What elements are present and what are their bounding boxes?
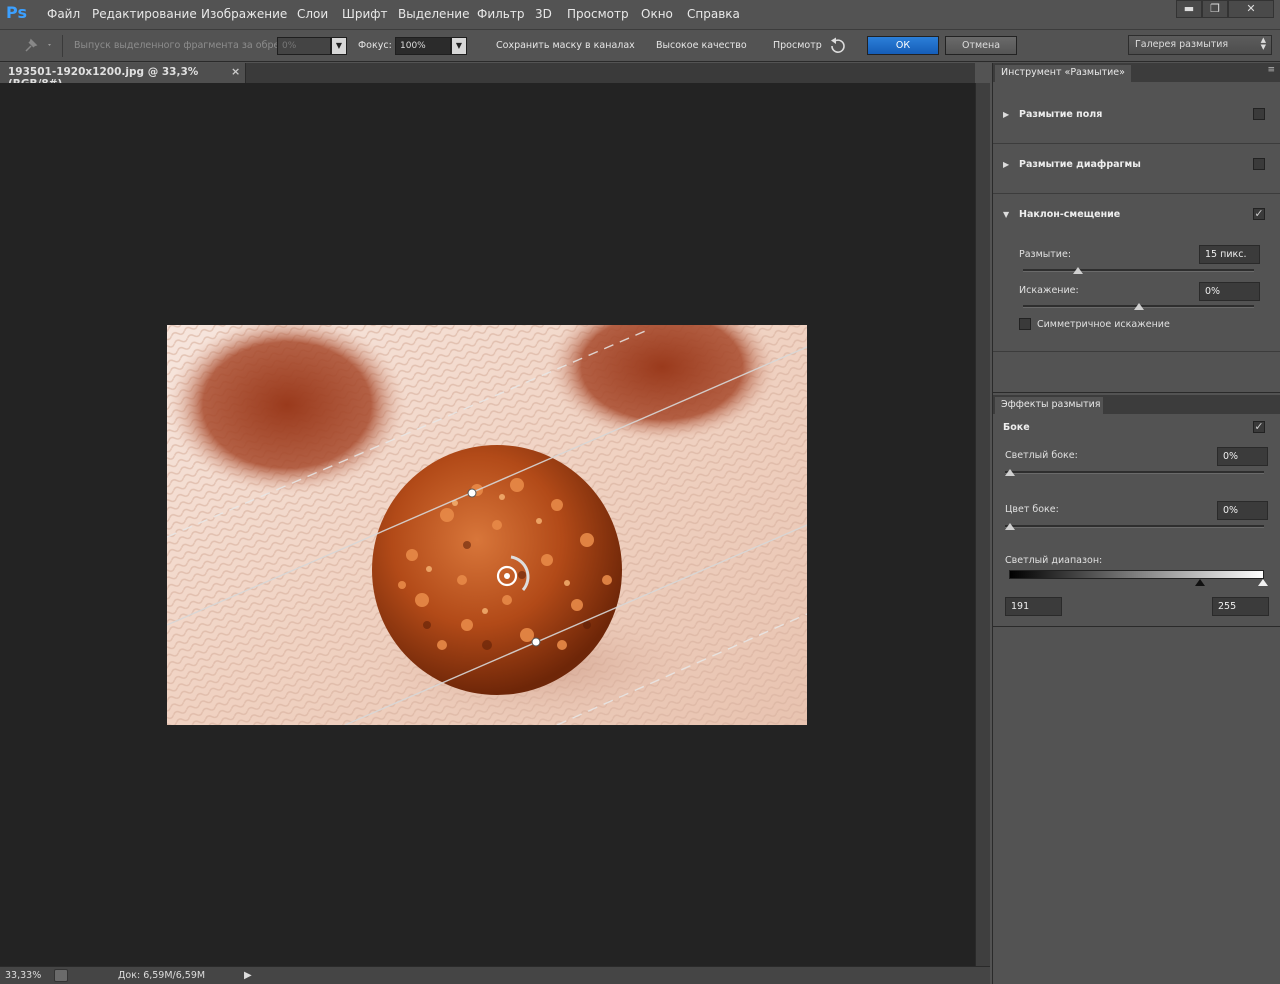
blur-tools-header: Инструмент «Размытие» ≡ — [993, 63, 1280, 82]
output-label: Выпуск выделенного фрагмента за обрез: — [74, 40, 288, 51]
cancel-button[interactable]: Отмена — [945, 36, 1017, 55]
tilt-shift-section: ▼ Наклон-смещение ✓ Размытие: 15 пикс. И… — [993, 194, 1280, 352]
menu-select[interactable]: Выделение — [398, 7, 469, 21]
right-panel: Инструмент «Размытие» ≡ ▶ Размытие поля … — [992, 63, 1280, 984]
save-mask-label: Сохранить маску в каналах — [496, 40, 635, 51]
blur-amount-slider-thumb[interactable] — [1073, 267, 1084, 274]
panel-separator — [993, 626, 1280, 627]
distortion-label: Искажение: — [1019, 285, 1079, 296]
menu-help[interactable]: Справка — [687, 7, 740, 21]
light-bokeh-label: Светлый боке: — [1005, 450, 1078, 461]
expand-arrow-icon[interactable]: ▶ — [1003, 160, 1009, 169]
document-tab[interactable]: 193501-1920x1200.jpg @ 33,3% (RGB/8#) × — [0, 63, 246, 90]
tab-blur-tools[interactable]: Инструмент «Размытие» — [995, 65, 1131, 82]
blur-effects-header: Эффекты размытия — [993, 395, 1280, 414]
bokeh-color-label: Цвет боке: — [1005, 504, 1059, 515]
distortion-slider-thumb[interactable] — [1133, 303, 1144, 310]
ok-button[interactable]: ОК — [867, 36, 939, 55]
field-blur-checkbox[interactable] — [1253, 108, 1265, 120]
light-bokeh-slider[interactable] — [1005, 471, 1264, 474]
focus-label: Фокус: — [358, 40, 392, 51]
workspace-select[interactable]: Галерея размытия ▲ ▼ — [1128, 35, 1272, 55]
menu-window[interactable]: Окно — [641, 7, 673, 21]
expand-arrow-icon[interactable]: ▶ — [1003, 110, 1009, 119]
menu-type[interactable]: Шрифт — [342, 7, 388, 21]
bokeh-color-slider[interactable] — [1005, 525, 1264, 528]
focus-field[interactable]: 100% — [395, 37, 451, 55]
light-bokeh-slider-thumb[interactable] — [1005, 469, 1015, 476]
light-range-label: Светлый диапазон: — [1005, 555, 1103, 566]
close-window-button[interactable]: ✕ — [1228, 0, 1274, 18]
updown-arrows-icon: ▲ ▼ — [1260, 36, 1266, 51]
field-blur-title: Размытие поля — [1019, 109, 1103, 120]
bokeh-color-field[interactable]: 0% — [1217, 501, 1268, 520]
symmetric-distortion-label: Симметричное искажение — [1037, 319, 1170, 330]
photoshop-logo: Ps — [6, 3, 27, 22]
menu-file[interactable]: Файл — [47, 7, 80, 21]
bokeh-title: Боке — [1003, 422, 1030, 433]
workspace-select-label: Галерея размытия — [1135, 39, 1229, 50]
status-bar: 33,33% Док: 6,59M/6,59M ▶ — [0, 966, 990, 984]
iris-blur-title: Размытие диафрагмы — [1019, 159, 1141, 170]
document-tab-bar: 193501-1920x1200.jpg @ 33,3% (RGB/8#) × — [0, 63, 975, 90]
field-blur-section[interactable]: ▶ Размытие поля — [993, 94, 1280, 144]
menu-view[interactable]: Просмотр — [567, 7, 629, 21]
zoom-level[interactable]: 33,33% — [5, 970, 41, 981]
light-range-gradient[interactable] — [1009, 570, 1264, 579]
symmetric-distortion-checkbox[interactable] — [1019, 318, 1031, 330]
light-range-high-thumb[interactable] — [1258, 579, 1268, 586]
menu-image[interactable]: Изображение — [201, 7, 287, 21]
close-icon[interactable]: × — [231, 65, 240, 78]
separator — [62, 35, 63, 57]
status-icon[interactable] — [54, 969, 68, 982]
document-image[interactable] — [167, 325, 807, 725]
status-menu-arrow-icon[interactable]: ▶ — [244, 970, 252, 981]
focus-dropdown-icon[interactable]: ▼ — [451, 37, 467, 55]
preview-label: Просмотр — [773, 40, 822, 51]
iris-blur-checkbox[interactable] — [1253, 158, 1265, 170]
tab-blur-effects[interactable]: Эффекты размытия — [995, 397, 1103, 414]
menu-bar: Ps Файл Редактирование Изображение Слои … — [0, 0, 1280, 30]
tilt-shift-title: Наклон-смещение — [1019, 209, 1121, 220]
menu-filter[interactable]: Фильтр — [477, 7, 524, 21]
high-quality-label: Высокое качество — [656, 40, 747, 51]
menu-layers[interactable]: Слои — [297, 7, 328, 21]
tilt-shift-checkbox[interactable]: ✓ — [1253, 208, 1265, 220]
output-field[interactable]: 0% — [277, 37, 331, 55]
bokeh-checkbox[interactable]: ✓ — [1253, 421, 1265, 433]
menu-edit[interactable]: Редактирование — [92, 7, 197, 21]
light-range-high-field[interactable]: 255 — [1212, 597, 1269, 616]
output-dropdown-icon[interactable]: ▼ — [331, 37, 347, 55]
photo-illustration — [167, 325, 807, 725]
panel-menu-icon[interactable]: ≡ — [1267, 65, 1275, 75]
pin-tool-icon[interactable] — [20, 36, 54, 56]
vertical-scrollbar[interactable] — [975, 83, 990, 966]
iris-blur-section[interactable]: ▶ Размытие диафрагмы — [993, 144, 1280, 194]
collapse-arrow-icon[interactable]: ▼ — [1003, 210, 1009, 219]
light-range-low-field[interactable]: 191 — [1005, 597, 1062, 616]
light-range-low-thumb[interactable] — [1195, 579, 1205, 586]
panel-separator — [993, 392, 1280, 393]
document-info: Док: 6,59M/6,59M — [118, 970, 206, 981]
minimize-button[interactable]: ▬ — [1176, 0, 1202, 18]
light-bokeh-field[interactable]: 0% — [1217, 447, 1268, 466]
options-bar: Выпуск выделенного фрагмента за обрез: 0… — [0, 30, 1280, 81]
distortion-field[interactable]: 0% — [1199, 282, 1260, 301]
reset-icon[interactable] — [828, 37, 848, 55]
restore-button[interactable]: ❐ — [1202, 0, 1228, 18]
blur-amount-field[interactable]: 15 пикс. — [1199, 245, 1260, 264]
bokeh-color-slider-thumb[interactable] — [1005, 523, 1015, 530]
blur-amount-label: Размытие: — [1019, 249, 1072, 260]
blur-amount-slider[interactable] — [1023, 269, 1254, 272]
menu-3d[interactable]: 3D — [535, 7, 552, 21]
